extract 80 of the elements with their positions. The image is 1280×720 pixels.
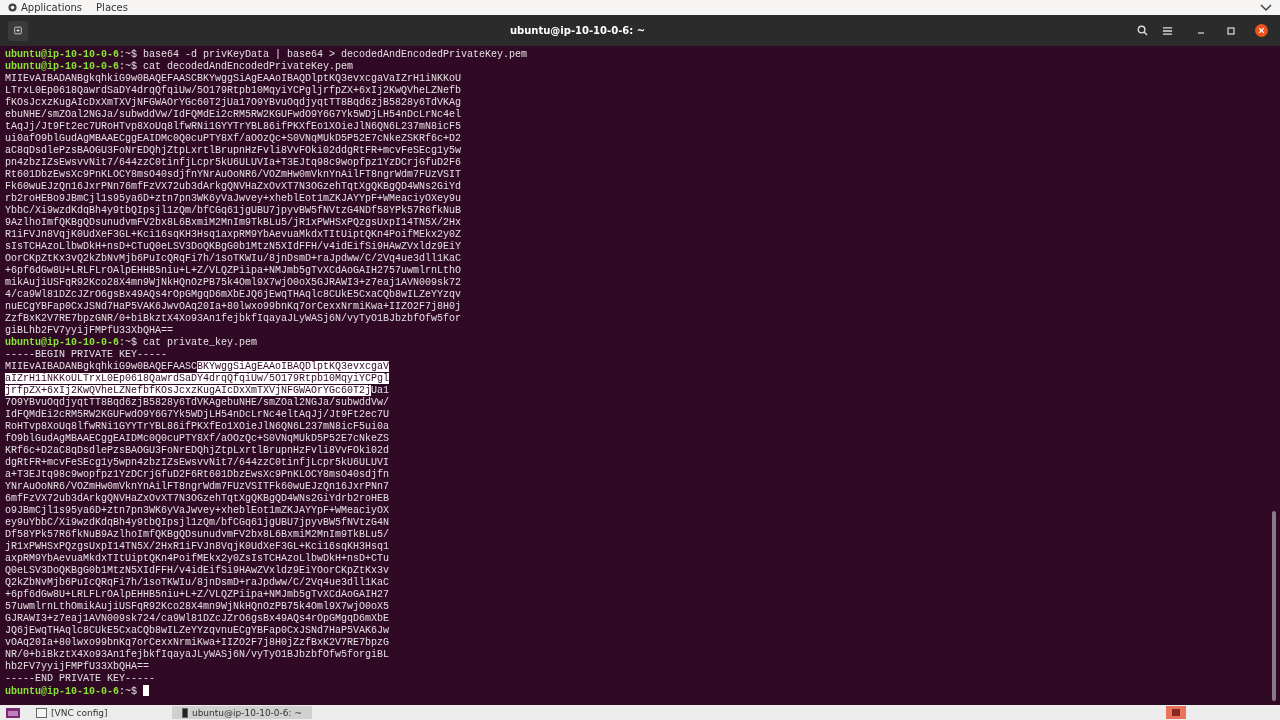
taskbar-label: [VNC config] xyxy=(51,707,108,718)
output-text: axpRM9YbAevuaMkdxTItUiptQKn4PoifMEkx2y0ZsIsTCHAzoLlbwDkH+nsD+CTu xyxy=(5,553,390,564)
output-text: pn4zbzIZsEwsvvNit7/644zzC0tinfjLcpr5kU6ULUVIa+T3EJtq98c9wopfpz1YzDCrjGfuD2F6 xyxy=(5,157,462,168)
output-text: ey9uYbbC/Xi9wzdKdqBh4y9tbQIpsjl1zQm/bfCGq61jgUBU7jpyvBW5fNVtzG4N xyxy=(5,517,390,528)
output-text: YbbC/Xi9wzdKdqBh4y9tbQIpsjl1zQm/bfCGq61jgUBU7jpyvBW5fNVtzG4NDf58YPk57R6fkNuB xyxy=(5,205,462,216)
window-title: ubuntu@ip-10-10-0-6: ~ xyxy=(508,25,647,36)
output-text: Rt601DbzEwsXc9PnKLOCY8msO40sdjfnYNrAuOoNR6/VOZmHw0mVknYnAilFT8ngrWdm7FUzVSIT xyxy=(5,169,462,180)
output-text: rb2roHEBo9JBmCjl1s95ya6D+ztn7pn3WK6yVaJwvey+xheblEot1mZKJAYYpF+WMeaciyOXey9u xyxy=(5,193,462,204)
prompt-user: ubuntu@ip-10-10-0-6 xyxy=(5,61,120,72)
prompt-user: ubuntu@ip-10-10-0-6 xyxy=(5,49,120,60)
logo-icon xyxy=(8,3,17,12)
prompt-user: ubuntu@ip-10-10-0-6 xyxy=(5,337,120,348)
output-text: 57uwmlrnLthOmikAujiUSFqR92Kco28X4mn9WjNkHQnOzPB75k4Oml9X7wjO0oX5 xyxy=(5,601,390,612)
output-text: Q2kZbNvMjb6PuIcQRqFi7h/1soTKWIu/8jnDsmD+raJpdww/C/2Vq4ue3dll1KaC xyxy=(5,577,390,588)
prompt-path: :~$ xyxy=(119,61,138,72)
prompt-path: :~$ xyxy=(119,49,138,60)
output-text: RoHTvp8XoUq8lfwRNi1GYYTrYBL86ifPKXfEo1XOieJlN6QN6L237mN8icF5ui0a xyxy=(5,421,390,432)
output-text: Ua1 xyxy=(371,385,390,396)
output-text: JQ6jEwqTHAqlc8CUkE5CxaCQb8wILZeYYzqvnuECgYBFap0CxJSNd7HaP5VAK6Jw xyxy=(5,625,390,636)
output-text: 6mfFzVX72ub3dArkgQNVHaZxOvXT7N3OGzehTqtXgQKBgQD4WNs2GiYdrb2roHEB xyxy=(5,493,390,504)
output-text: aC8qDsdlePzsBAOGU3FoNrEDQhjZtpLxrtlBrupnHzFvli8VvFOki02ddgRtFR+mcvFeSEcg1y5w xyxy=(5,145,462,156)
output-text: jR1xPWHSxPQzgsUxpI14TN5X/2HxR1iFVJn8VqjK0UdXeF3GL+Kci16sqKH3Hsq1 xyxy=(5,541,390,552)
output-text: Q0eLSV3DoQKBgG0b1MtzN5XIdFFH/v4idEifSi9HAwZVxldz9EiYOorCKpZtKx3v xyxy=(5,565,390,576)
output-text: ebuNHE/smZOal2NGJa/subwddVw/IdFQMdEi2cRM5RW2KGUFwdO9Y6G7Yk5WDjLH54nDcLrNc4el xyxy=(5,109,462,120)
output-text: hb2FV7yyijFMPfU33XbQHA== xyxy=(5,661,150,672)
output-text: fKOsJcxzKugAIcDxXmTXVjNFGWAOrYGc60T2jUa17O9YBvuOqdjyqtTT8Bqd6zjB5828y6TdVKAg xyxy=(5,97,462,108)
command-text: cat decodedAndEncodedPrivateKey.pem xyxy=(142,61,354,72)
taskbar-label: ubuntu@ip-10-10-0-6: ~ xyxy=(191,707,302,718)
panel-menu[interactable]: Places xyxy=(96,2,128,13)
output-text: -----END PRIVATE KEY----- xyxy=(5,673,156,684)
output-text: tAqJj/Jt9Ft2ec7URoHTvp8XoUq8lfwRNi1GYYTrYBL86ifPKXfEo1XOieJlN6QN6L237mN8icF5 xyxy=(5,121,462,132)
workspace-icon[interactable] xyxy=(6,707,20,718)
panel-menu[interactable]: Applications xyxy=(8,2,83,13)
selected-text: BKYwggSiAgEAAoIBAQDlptKQ3evxcgaV xyxy=(197,361,390,372)
scrollbar-thumb[interactable] xyxy=(1272,511,1276,701)
taskbar-item[interactable]: ubuntu@ip-10-10-0-6: ~ xyxy=(172,706,312,719)
output-text: R1iFVJn8VqjK0UdXeF3GL+Kci16sqKH3Hsq1axpRM9YbAevuaMkdxTItUiptQKn4PoifMEkx2y0Z xyxy=(5,229,462,240)
output-text: nuECgYBFap0CxJSNd7HaP5VAK6JwvOAq20Ia+80lwxo99bnKq7orCexxNrmiKwa+IIZO2F7j8H0j xyxy=(5,301,462,312)
output-text: vOAq20Ia+80lwxo99bnKq7orCexxNrmiKwa+IIZO2F7j8H0jZzfBxK2V7RE7bpzG xyxy=(5,637,390,648)
output-text: GJRAWI3+z7eaj1AVN009sk724/ca9Wl81DZcJZrO6gsBx49AQs4rOpGMgqD6mXbE xyxy=(5,613,390,624)
prompt-path: :~$ xyxy=(119,686,138,697)
output-text: 7O9YBvuOqdjyqtTT8Bqd6zjB5828y6TdVKAgebuNHE/smZOal2NGJa/subwddVw/ xyxy=(5,397,390,408)
output-text: NR/0+biBkztX4Xo93An1fejbkfIqayaJLyWASj6N/vyTyO1BJbzbfOfw5forgiBL xyxy=(5,649,390,660)
output-text: 9AzlhoImfQKBgQDsunudvmFV2bx8L6BxmiM2MnIm9TkBLu5/jR1xPWHSxPQzgsUxpI14TN5X/2Hx xyxy=(5,217,462,228)
output-text: +6pf6dGw8U+LRLFLrOAlpEHHB5niu+L+Z/VLQZPiipa+NMJmb5gTvXCdAoGAIH2757uwmlrnLthO xyxy=(5,265,462,276)
output-text: IdFQMdEi2cRM5RW2KGUFwdO9Y6G7Yk5WDjLH54nDcLrNc4eltAqJj/Jt9Ft2ec7U xyxy=(5,409,390,420)
output-text: LTrxL0Ep0618QawrdSaDY4drqQfqiUw/5O179Rtpb10MqyiYCPgljrfpZX+6xIj2KwQVheLZNefb xyxy=(5,85,462,96)
output-text: a+T3EJtq98c9wopfpz1YzDCrjGfuD2F6Rt601DbzEwsXc9PnKLOCY8msO40sdjfn xyxy=(5,469,390,480)
command-text: base64 -d privKeyData | base64 > decodedAndEncodedPrivateKey.pem xyxy=(142,49,528,60)
maximize-icon xyxy=(1227,26,1235,35)
output-text: o9JBmCjl1s95ya6D+ztn7pn3WK6yVaJwvey+xheblEot1mZKJAYYpF+WMeaciyOX xyxy=(5,505,390,516)
selected-text: aIZrH1iNKKoULTrxL0Ep0618QawrdSaDY4drqQfqiUw/5O179Rtpb10MqyiYCPgl xyxy=(5,373,390,384)
close-icon xyxy=(1255,24,1268,37)
output-text: +6pf6dGw8U+LRLFLrOAlpEHHB5niu+L+Z/VLQZPiipa+NMJmb5gTvXCdAoGAIH27 xyxy=(5,589,390,600)
output-text: MIIEvAIBADANBgkqhkiG9w0BAQEFAASCBKYwggSiAgEAAoIBAQDlptKQ3evxcgaVaIZrH1iNKKoU xyxy=(5,73,462,84)
workspace-switcher-icon[interactable] xyxy=(1166,706,1186,719)
output-text: fO9blGudAgMBAAECggEAIDMc0Q0cuPTY8Xf/aOOzQc+S0VNqMUkD5P52E7cNkeZS xyxy=(5,433,390,444)
command-text: cat private_key.pem xyxy=(142,337,258,348)
output-text: Fk60wuEJzQn16JxrPNn76mfFzVX72ub3dArkgQNVHaZxOvXT7N3OGzehTqtXgQKBgQD4WNs2GiYd xyxy=(5,181,462,192)
new-tab-button[interactable] xyxy=(8,20,28,41)
output-text: KRf6c+D2aC8qDsdlePzsBAOGU3FoNrEDQhjZtpLxrtlBrupnHzFvli8VvFOki02d xyxy=(5,445,390,456)
search-icon xyxy=(1137,25,1148,36)
output-text: Df58YPk57R6fkNuB9AzlhoImfQKBgQDsunudvmFV2bx8L6BxmiM2MnIm9TkBLu5/ xyxy=(5,529,390,540)
window-icon xyxy=(182,707,188,718)
output-text: YNrAuOoNR6/VOZmHw0mVknYnAilFT8ngrWdm7FUzVSITFk60wuEJzQn16JxrPNn7 xyxy=(5,481,390,492)
chevron-down-icon[interactable] xyxy=(1260,3,1272,12)
plus-box-icon xyxy=(14,25,22,36)
output-text: OorCKpZtKx3vQ2kZbNvMjb6PuIcQRqFi7h/1soTKWIu/8jnDsmD+raJpdww/C/2Vq4ue3dll1KaC xyxy=(5,253,462,264)
output-text: 4/ca9Wl81DZcJZrO6gsBx49AQs4rOpGMgqD6mXbEJQ6jEwqTHAqlc8CUkE5CxaCQb8wILZeYYzqv xyxy=(5,289,462,300)
output-text: mikAujiUSFqR92Kco28X4mn9WjNkHQnOzPB75k4Oml9X7wjO0oX5GJRAWI3+z7eaj1AVN009sk72 xyxy=(5,277,462,288)
output-text: giBLhb2FV7yyijFMPfU33XbQHA== xyxy=(5,325,174,336)
menu-icon xyxy=(1162,25,1173,36)
output-text: dgRtFR+mcvFeSEcg1y5wpn4zbzIZsEwsvvNit7/644zzC0tinfjLcpr5kU6ULUVI xyxy=(5,457,390,468)
prompt-user: ubuntu@ip-10-10-0-6 xyxy=(5,686,120,697)
output-text: ZzfBxK2V7RE7bpzGNR/0+biBkztX4Xo93An1fejbkfIqayaJLyWASj6N/vyTyO1BJbzbfOfw5for xyxy=(5,313,462,324)
prompt-path: :~$ xyxy=(119,337,138,348)
taskbar-item[interactable]: [VNC config] xyxy=(26,706,166,719)
output-text: -----BEGIN PRIVATE KEY----- xyxy=(5,349,168,360)
output-text: sIsTCHAzoLlbwDkH+nsD+CTuQ0eLSV3DoQKBgG0b1MtzN5XIdFFH/v4idEifSi9HAwZVxldz9EiY xyxy=(5,241,462,252)
output-text: ui0afO9blGudAgMBAAECggEAIDMc0Q0cuPTY8Xf/aOOzQc+S0VNqMUkD5P52E7cNkeZSKRf6c+D2 xyxy=(5,133,462,144)
